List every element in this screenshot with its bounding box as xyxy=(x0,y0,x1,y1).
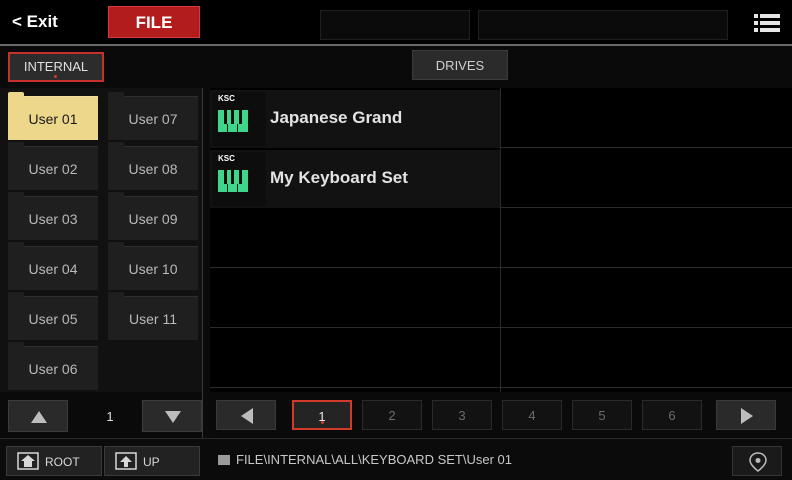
folder-user-09[interactable]: User 09 xyxy=(108,192,198,240)
folder-page-up-button[interactable] xyxy=(8,400,68,432)
file-row xyxy=(210,268,792,328)
keyboard-set-icon: KSC xyxy=(212,92,266,146)
page-6-button[interactable]: 6 xyxy=(642,400,702,430)
triangle-up-icon xyxy=(31,411,47,423)
root-label: ROOT xyxy=(45,455,80,469)
hamburger-menu-icon[interactable] xyxy=(754,12,780,34)
active-page-dot xyxy=(321,421,324,424)
exit-button[interactable]: < Exit xyxy=(12,8,92,36)
ksc-type-label: KSC xyxy=(218,94,235,103)
page-4-button[interactable]: 4 xyxy=(502,400,562,430)
page-5-button[interactable]: 5 xyxy=(572,400,632,430)
file-tab[interactable]: FILE xyxy=(108,6,200,38)
page-2-button[interactable]: 2 xyxy=(362,400,422,430)
page-1-button[interactable]: 1 xyxy=(292,400,352,430)
folder-user-07[interactable]: User 07 xyxy=(108,92,198,140)
top-info-box-1 xyxy=(320,10,470,40)
file-row xyxy=(210,328,792,388)
folder-user-02[interactable]: User 02 xyxy=(8,142,98,190)
folder-user-10[interactable]: User 10 xyxy=(108,242,198,290)
folder-user-06[interactable]: User 06 xyxy=(8,342,98,390)
location-pin-icon xyxy=(749,452,767,472)
file-item-my-keyboard-set[interactable]: KSC My Keyboard Set xyxy=(210,150,500,208)
page-prev-button[interactable] xyxy=(216,400,276,430)
root-button[interactable]: ROOT xyxy=(6,446,102,476)
file-name: Japanese Grand xyxy=(270,108,403,127)
file-item-japanese-grand[interactable]: KSC Japanese Grand xyxy=(210,90,500,148)
folder-page-number: 1 xyxy=(106,409,114,424)
source-bar xyxy=(0,46,792,88)
keyboard-set-icon: KSC xyxy=(212,152,266,206)
home-folder-icon xyxy=(17,452,39,470)
folder-user-04[interactable]: User 04 xyxy=(8,242,98,290)
location-button[interactable] xyxy=(732,446,782,476)
folder-up-icon xyxy=(115,452,137,470)
triangle-down-icon xyxy=(165,411,181,423)
ksc-type-label: KSC xyxy=(218,154,235,163)
file-row xyxy=(210,208,792,268)
folder-user-05[interactable]: User 05 xyxy=(8,292,98,340)
file-name: My Keyboard Set xyxy=(270,168,408,187)
folder-user-11[interactable]: User 11 xyxy=(108,292,198,340)
page-3-button[interactable]: 3 xyxy=(432,400,492,430)
top-info-box-2 xyxy=(478,10,728,40)
up-button[interactable]: UP xyxy=(104,446,200,476)
triangle-right-icon xyxy=(741,408,753,424)
folder-user-03[interactable]: User 03 xyxy=(8,192,98,240)
folder-icon xyxy=(218,455,230,465)
page-next-button[interactable] xyxy=(716,400,776,430)
panel-divider xyxy=(202,88,210,438)
current-path: FILE\INTERNAL\ALL\KEYBOARD SET\User 01 xyxy=(236,452,512,467)
up-label: UP xyxy=(143,455,160,469)
folder-user-01[interactable]: User 01 xyxy=(8,92,98,140)
folder-page-down-button[interactable] xyxy=(142,400,202,432)
triangle-left-icon xyxy=(241,408,253,424)
drives-button[interactable]: DRIVES xyxy=(412,50,508,80)
folder-user-08[interactable]: User 08 xyxy=(108,142,198,190)
internal-active-dot xyxy=(54,75,57,78)
